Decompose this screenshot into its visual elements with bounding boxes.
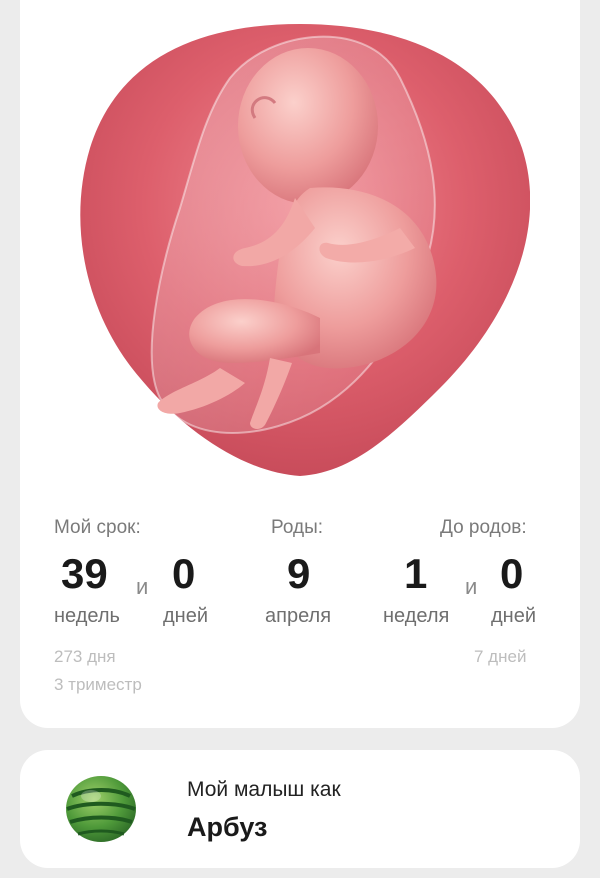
term-days-value: 0 xyxy=(172,550,196,597)
watermelon-icon xyxy=(64,774,138,844)
term-days-unit: дней xyxy=(163,605,209,627)
due-day-value: 9 xyxy=(287,550,311,597)
countdown-days-unit: дней xyxy=(491,605,537,627)
due-date-label: Роды: xyxy=(271,517,324,538)
term-label: Мой срок: xyxy=(54,517,141,538)
due-month: апреля xyxy=(265,605,332,627)
countdown-connector: и xyxy=(465,574,478,599)
countdown-label: До родов: xyxy=(440,517,527,538)
countdown-weeks-unit: неделя xyxy=(383,605,450,627)
baby-size-fruit: Арбуз xyxy=(187,812,268,842)
countdown-weeks-value: 1 xyxy=(404,550,428,597)
term-weeks-unit: недель xyxy=(54,605,120,627)
countdown-days-value: 0 xyxy=(500,550,524,597)
countdown-total-days: 7 дней xyxy=(474,647,527,666)
term-total-days: 273 дня xyxy=(54,647,116,666)
term-weeks-value: 39 xyxy=(61,550,108,597)
trimester-label: 3 триместр xyxy=(54,675,142,694)
term-connector: и xyxy=(136,574,149,599)
baby-size-caption: Мой малыш как xyxy=(187,778,341,801)
baby-size-card[interactable]: Мой малыш как Арбуз xyxy=(20,750,580,868)
fetus-illustration[interactable] xyxy=(70,18,530,478)
